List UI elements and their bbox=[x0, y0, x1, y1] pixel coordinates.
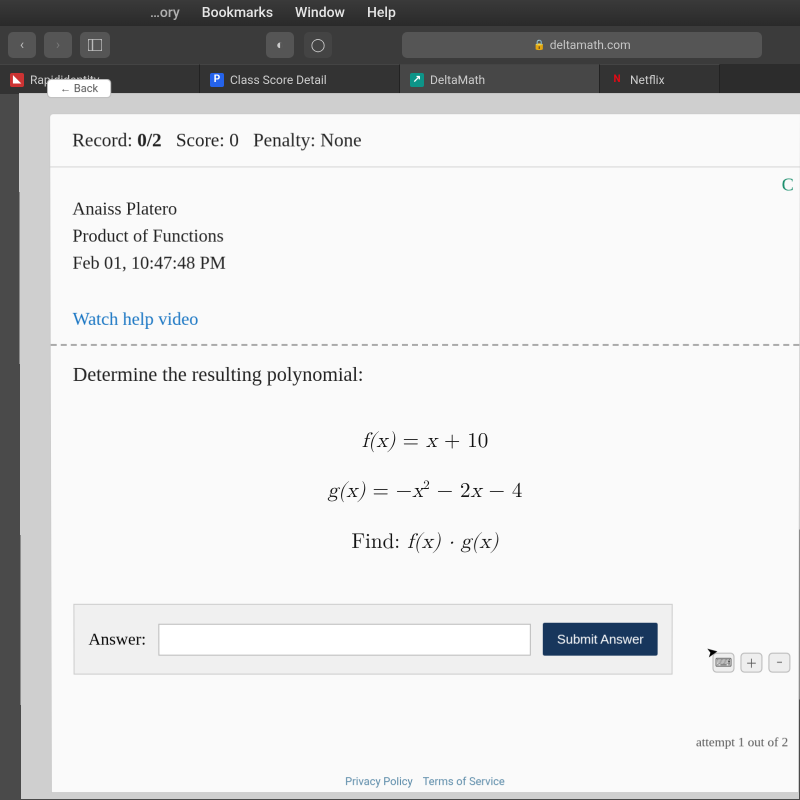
answer-input[interactable] bbox=[158, 623, 531, 655]
mouse-cursor-icon: ➤ bbox=[706, 644, 720, 662]
shield-icon[interactable]: ◯ bbox=[304, 32, 332, 58]
corner-letter: C bbox=[782, 174, 794, 195]
zoom-in-icon[interactable]: ＋ bbox=[740, 653, 762, 673]
timestamp: Feb 01, 10:47:48 PM bbox=[73, 250, 778, 277]
forward-nav-button[interactable]: › bbox=[44, 32, 72, 58]
equation-f: f(x) = x + 10 bbox=[73, 417, 777, 467]
footer-links: Privacy Policy Terms of Service bbox=[345, 775, 505, 788]
sidebar-toggle-icon[interactable] bbox=[80, 32, 110, 58]
attempt-counter: attempt 1 out of 2 bbox=[696, 734, 788, 750]
score-summary: Record: 0/2 Score: 0 Penalty: None bbox=[72, 130, 778, 152]
menu-item-bookmarks[interactable]: Bookmarks bbox=[202, 5, 273, 21]
answer-row: Answer: Submit Answer bbox=[73, 604, 672, 675]
student-info: Anaiss Platero Product of Functions Feb … bbox=[72, 196, 777, 277]
favicon-icon: ◣ bbox=[10, 73, 24, 87]
terms-link[interactable]: Terms of Service bbox=[423, 775, 505, 788]
extension-icon[interactable]: ◐ bbox=[266, 32, 294, 58]
browser-toolbar: ‹ › ◐ ◯ 🔒 deltamath.com bbox=[0, 26, 800, 64]
answer-label: Answer: bbox=[88, 629, 146, 649]
assignment-title: Product of Functions bbox=[72, 223, 777, 250]
menu-item-window[interactable]: Window bbox=[295, 5, 345, 21]
back-nav-button[interactable]: ‹ bbox=[8, 32, 36, 58]
problem-prompt: Determine the resulting polynomial: bbox=[73, 364, 777, 387]
favicon-icon: N bbox=[610, 73, 624, 87]
main-panel: Record: 0/2 Score: 0 Penalty: None C Ana… bbox=[49, 113, 800, 793]
tab-class-score[interactable]: P Class Score Detail bbox=[200, 64, 400, 94]
privacy-link[interactable]: Privacy Policy bbox=[345, 775, 413, 788]
equation-find: Find: f(x) · g(x) bbox=[73, 518, 777, 568]
submit-answer-button[interactable]: Submit Answer bbox=[543, 623, 658, 656]
zoom-out-icon[interactable]: − bbox=[768, 653, 790, 673]
favicon-icon: P bbox=[210, 73, 224, 87]
student-name: Anaiss Platero bbox=[72, 196, 777, 223]
lock-icon: 🔒 bbox=[533, 40, 545, 51]
math-equations: f(x) = x + 10 g(x) = −x2 − 2x − 4 Find: … bbox=[73, 417, 777, 568]
tab-netflix[interactable]: N Netflix bbox=[600, 64, 720, 94]
back-link[interactable]: ← Back bbox=[47, 79, 111, 98]
menu-item-history-truncated[interactable]: …ory bbox=[150, 5, 180, 21]
equation-g: g(x) = −x2 − 2x − 4 bbox=[73, 467, 777, 517]
url-host: deltamath.com bbox=[550, 38, 631, 52]
menu-item-help[interactable]: Help bbox=[367, 5, 396, 21]
page-content: ← Back Record: 0/2 Score: 0 Penalty: Non… bbox=[19, 93, 800, 799]
macos-menubar: …ory Bookmarks Window Help bbox=[0, 0, 800, 26]
address-bar[interactable]: 🔒 deltamath.com bbox=[402, 32, 762, 58]
tab-strip: ◣ Rapididentity P Class Score Detail ↗ D… bbox=[0, 64, 800, 94]
tab-deltamath[interactable]: ↗ DeltaMath bbox=[400, 64, 600, 94]
watch-help-video-link[interactable]: Watch help video bbox=[73, 309, 199, 330]
favicon-icon: ↗ bbox=[410, 73, 424, 87]
